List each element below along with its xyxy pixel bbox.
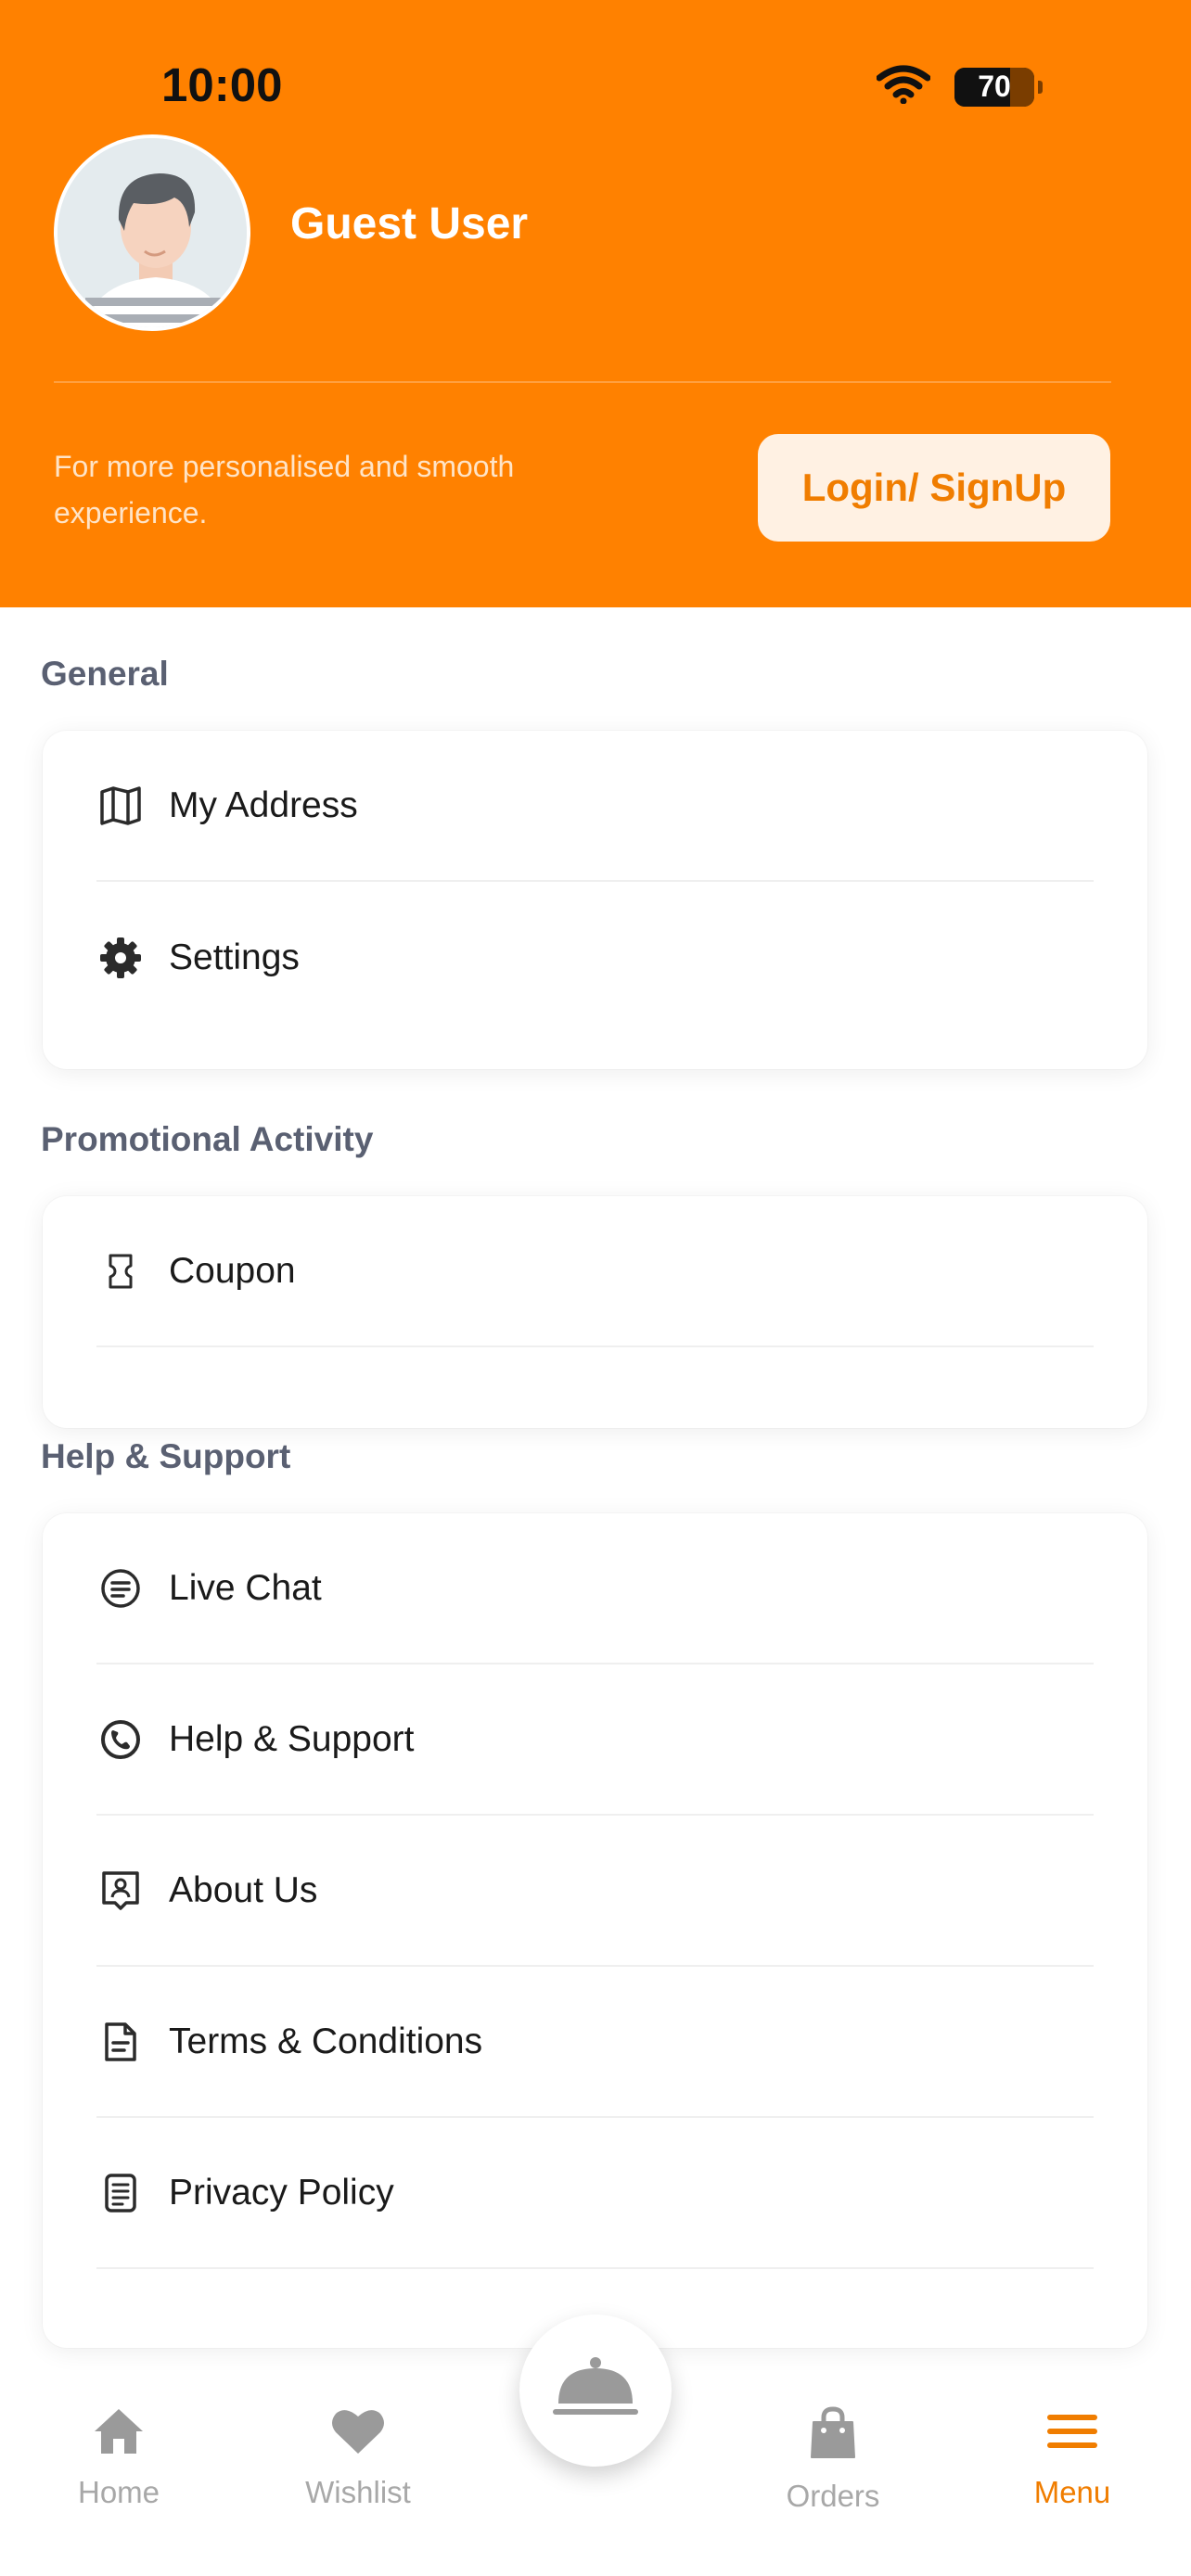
menu-item-label: My Address (169, 784, 358, 825)
phone-icon (96, 1715, 145, 1764)
login-prompt-text: For more personalised and smooth experie… (54, 450, 515, 529)
login-signup-button[interactable]: Login/ SignUp (758, 434, 1110, 542)
menu-item-label: Help & Support (169, 1718, 415, 1759)
nav-label: Home (77, 2475, 160, 2509)
nav-label: Menu (1033, 2475, 1111, 2509)
user-name: Guest User (290, 199, 529, 249)
general-card: My Address Settings (43, 731, 1147, 1069)
menu-item-my-address[interactable]: My Address (96, 731, 1094, 882)
avatar (54, 134, 250, 331)
nav-orders[interactable]: Orders (740, 2405, 926, 2514)
wifi-icon (876, 65, 931, 108)
divider (54, 381, 1111, 383)
menu-item-help-support[interactable]: Help & Support (96, 1664, 1094, 1816)
nav-menu[interactable]: Menu (980, 2405, 1165, 2510)
section-title-help: Help & Support (41, 1437, 291, 1475)
menu-item-privacy-policy[interactable]: Privacy Policy (96, 2118, 1094, 2269)
document-icon (96, 2018, 145, 2066)
policy-icon (96, 2169, 145, 2217)
center-action-button[interactable] (519, 2315, 672, 2467)
gear-icon (96, 934, 145, 982)
status-icons: 70 (876, 65, 1043, 108)
section-title-general: General (41, 655, 169, 693)
map-icon (96, 782, 145, 830)
menu-item-label: Live Chat (169, 1567, 322, 1608)
home-icon (91, 2405, 147, 2462)
status-time: 10:00 (161, 58, 283, 111)
menu-item-settings[interactable]: Settings (96, 882, 1094, 1033)
nav-wishlist[interactable]: Wishlist (265, 2405, 451, 2510)
menu-item-label: Coupon (169, 1250, 296, 1291)
coupon-icon (96, 1247, 145, 1295)
nav-label: Orders (786, 2479, 880, 2513)
menu-item-label: Settings (169, 937, 300, 977)
battery-icon: 70 (954, 67, 1034, 107)
help-card: Live Chat Help & Support About Us Terms … (43, 1513, 1147, 2348)
battery-level: 70 (978, 70, 1011, 103)
menu-item-label: About Us (169, 1869, 318, 1910)
promotional-card: Coupon (43, 1196, 1147, 1428)
menu-item-about-us[interactable]: About Us (96, 1816, 1094, 1967)
menu-item-label: Terms & Conditions (169, 2021, 483, 2061)
menu-item-label: Privacy Policy (169, 2172, 394, 2213)
heart-icon (329, 2405, 387, 2462)
profile-header: 10:00 70 Guest User For more personalise… (0, 0, 1191, 607)
menu-item-terms[interactable]: Terms & Conditions (96, 1967, 1094, 2118)
chat-icon (96, 1564, 145, 1613)
shopping-bag-icon (808, 2405, 858, 2466)
menu-item-live-chat[interactable]: Live Chat (96, 1513, 1094, 1664)
nav-label: Wishlist (305, 2475, 411, 2509)
menu-icon (1044, 2405, 1100, 2462)
user-avatar-icon (58, 138, 247, 327)
about-icon (96, 1867, 145, 1915)
food-cloche-icon (551, 2352, 640, 2430)
nav-home[interactable]: Home (26, 2405, 211, 2510)
menu-item-coupon[interactable]: Coupon (96, 1196, 1094, 1347)
section-title-promotional: Promotional Activity (41, 1120, 374, 1158)
